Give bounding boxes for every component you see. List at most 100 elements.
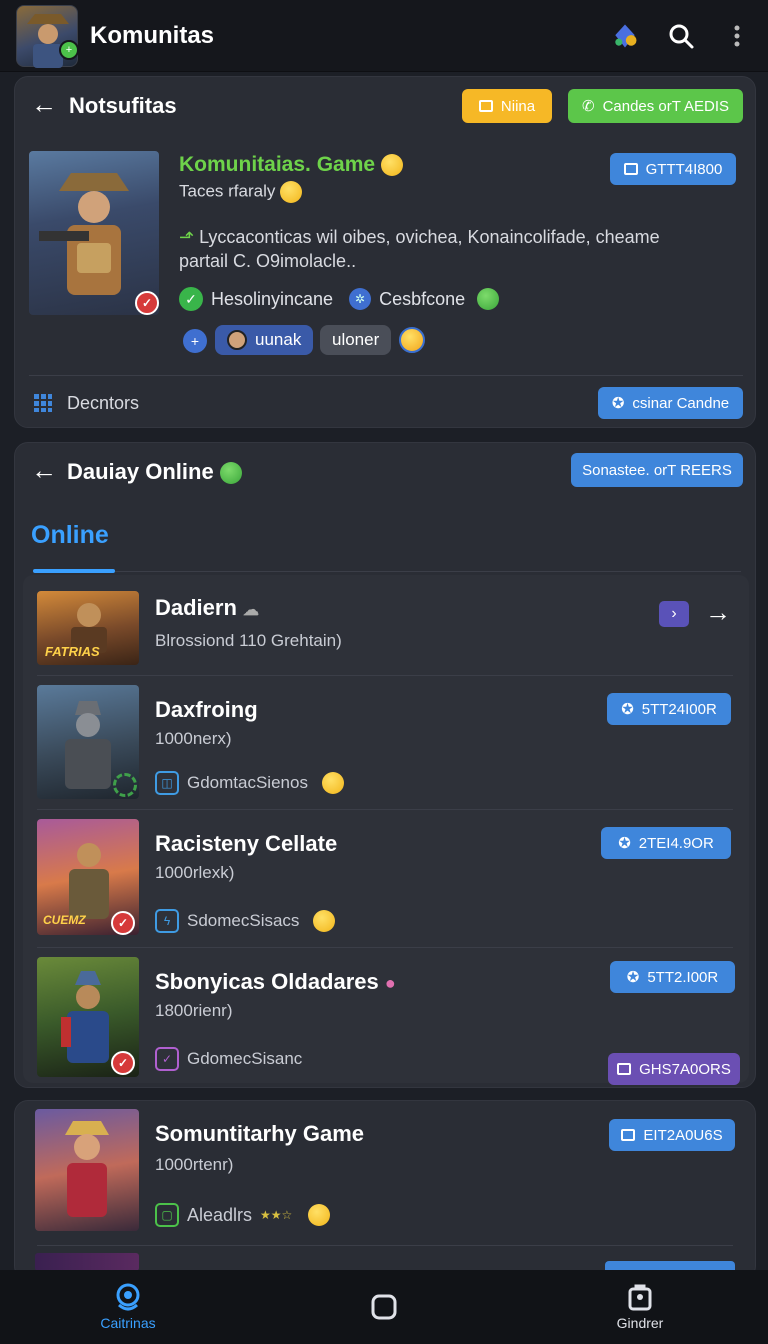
list-item-subtitle: 1000rlexk) [155, 863, 235, 882]
list-item-title: Dadiern ☁ [155, 595, 260, 620]
list-item-image-label: FATRIAS [45, 644, 100, 659]
candes-button[interactable]: ✆ Candes orT AEDIS [568, 89, 743, 123]
user-avatar-icon [227, 330, 247, 350]
list-item-title: Racisteny Cellate [155, 831, 338, 856]
arrow-right-icon[interactable]: → [705, 597, 731, 628]
balloon-icon: ● [384, 973, 396, 993]
plus-badge-icon[interactable]: + [183, 329, 207, 353]
back-arrow-icon[interactable]: ← [31, 89, 57, 120]
game-subtitle: Taces rfaraly [179, 181, 303, 203]
next-item-preview [35, 1253, 139, 1271]
list-item-button[interactable]: ✪ 2TEI4.9OR [601, 827, 731, 859]
verified-badge-icon: ✓ [111, 1051, 135, 1075]
card-icon [617, 1063, 632, 1075]
community-icon [116, 1283, 140, 1311]
smile-emoji-icon [280, 181, 303, 203]
wink-emoji-icon [380, 154, 403, 177]
list-item-button[interactable]: EIT2A0U6S [609, 1119, 735, 1151]
game-cover-image[interactable] [29, 151, 159, 315]
horse-icon: ☁ [243, 602, 260, 619]
chevron-right-icon[interactable]: › [659, 601, 689, 627]
bottom-nav: Caitrinas Gindrer [0, 1270, 768, 1344]
ticket-icon [478, 100, 493, 112]
list-item-title: Sbonyicas Oldadares ● [155, 969, 396, 994]
list-item-button[interactable]: ✪ 5TT2.I00R [610, 961, 735, 993]
stars-icon: ★★☆ [260, 1208, 293, 1222]
game-title: Komunitaias. Game [179, 153, 403, 177]
chart-icon: ⬏ [179, 227, 195, 247]
nav-item-home[interactable] [256, 1292, 512, 1322]
online-status-icon: + [59, 39, 79, 60]
card-header-title: Dauiay Online [67, 459, 242, 485]
smile-emoji-icon [308, 1204, 331, 1226]
list-item-image-label: CUEMZ [43, 913, 86, 927]
gamepad-icon: ✪ [621, 701, 634, 718]
list-item-tag: ◫ GdomtacSienos [155, 771, 344, 795]
list-item-title: Somuntitarhy Game [155, 1121, 365, 1146]
list-item-subtitle: 1000rtenr) [155, 1155, 234, 1174]
list-item-tag: ϟ SdomecSisacs [155, 909, 336, 933]
niina-button[interactable]: Niina [462, 89, 552, 123]
gamepad-icon: ✪ [626, 969, 640, 986]
verified-badge-icon: ✓ [135, 291, 159, 315]
game-detail-card: ← Notsufitas Niina ✆ Candes orT AEDIS ✓ … [14, 76, 756, 428]
id-button[interactable]: GTTT4I800 [610, 153, 736, 185]
checklist-icon: ✓ [155, 1047, 179, 1071]
list-item-subtitle: 1000nerx) [155, 729, 232, 748]
status-ring-icon [113, 773, 137, 797]
featured-game-card: Somuntitarhy Game 1000rtenr) ▢ Aleadlrs … [14, 1100, 756, 1280]
tab-indicator [33, 569, 115, 573]
list-item-image[interactable] [35, 1109, 139, 1231]
nav-label: Gindrer [616, 1315, 664, 1331]
back-arrow-icon[interactable]: ← [31, 455, 57, 486]
list-item-subtitle: Blrossiond 110 Grehtain) [155, 631, 342, 650]
game-description-line2: partail C. O9imolacle.. [179, 251, 357, 271]
card-icon [623, 163, 638, 175]
green-emoji-icon [219, 462, 242, 485]
tag-cesb: Cesbfcone [379, 288, 466, 309]
app-title: Komunitas [90, 21, 215, 49]
list-item-title: Daxfroing [155, 697, 258, 722]
online-list-card: ← Dauiay Online Sonastee. orT REERS Onli… [14, 442, 756, 1088]
avatar[interactable]: + [16, 4, 79, 68]
list-item-subtitle: 1800rienr) [155, 1001, 233, 1020]
nav-item-gindrer[interactable]: Gindrer [512, 1283, 768, 1331]
chip-uloner[interactable]: uloner [320, 325, 392, 355]
tab-online[interactable]: Online [31, 521, 109, 550]
card-icon [621, 1129, 636, 1141]
tag-row: ✓ Hesolinyincane ✲ Cesbfcone [179, 287, 500, 311]
green-emoji-icon [477, 288, 500, 310]
more-vert-icon[interactable] [722, 21, 752, 51]
grid-icon [33, 393, 53, 418]
card-header-title: Notsufitas [69, 93, 177, 118]
bag-icon: ▢ [155, 1203, 179, 1227]
list-item-tag: ▢ Aleadlrs ★★☆ [155, 1203, 331, 1227]
chip-uunak[interactable]: uunak [215, 325, 314, 355]
top-bar: + Komunitas [0, 0, 768, 72]
blue-badge-icon: ✲ [349, 288, 372, 310]
calendar-icon: ◫ [155, 771, 179, 795]
gamepad-icon: ✪ [611, 395, 625, 412]
list-item-button[interactable]: ✪ 5TT24I00R [607, 693, 731, 725]
nav-item-caitrinas[interactable]: Caitrinas [0, 1283, 256, 1331]
tag-hesolin: Hesolinyincane [211, 288, 334, 309]
list-item-secondary-button[interactable]: GHS7A0ORS [608, 1053, 740, 1085]
header-action-button[interactable]: Sonastee. orT REERS [571, 453, 743, 487]
verified-badge-icon: ✓ [111, 911, 135, 935]
square-icon [371, 1294, 397, 1320]
footer-label: Decntors [67, 393, 140, 413]
phone-icon: ✆ [581, 98, 595, 115]
lightning-icon: ϟ [155, 909, 179, 933]
laugh-emoji-icon [399, 327, 425, 353]
game-description-line1: ⬏ Lyccaconticas wil oibes, ovichea, Kona… [179, 227, 660, 247]
check-circle-icon: ✓ [179, 287, 203, 311]
search-icon[interactable] [666, 21, 696, 51]
smile-emoji-icon [321, 772, 344, 794]
nav-label: Caitrinas [100, 1315, 156, 1331]
footer-button[interactable]: ✪ csinar Candne [598, 387, 743, 419]
gem-icon[interactable] [610, 21, 640, 51]
smile-emoji-icon [313, 910, 336, 932]
list-item-tag: ✓ GdomecSisanc [155, 1047, 302, 1071]
gamepad-icon: ✪ [618, 835, 631, 852]
list-item-image[interactable]: FATRIAS [37, 591, 139, 665]
